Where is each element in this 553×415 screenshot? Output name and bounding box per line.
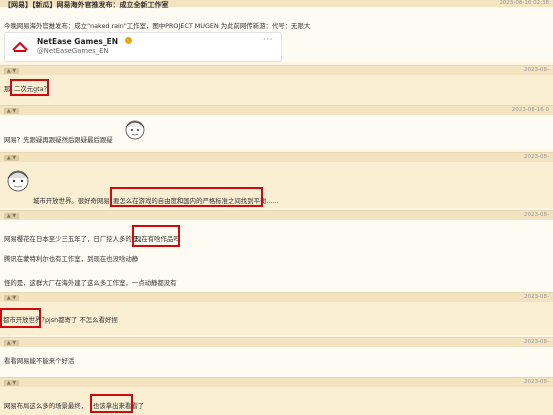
reply-7-highlight-box: [90, 394, 133, 413]
reply-4-line3: 怪的是，这群大厂在海外建了这么多工作室，一点动静都没有: [4, 279, 177, 287]
reply-1-body: 那 二次元gta？: [0, 75, 553, 105]
reply-2-text: 网易？先跟疑再跟疑然后跟疑最后跟疑: [4, 136, 113, 144]
thumb-icon[interactable]: ▲ ▼: [4, 379, 19, 386]
tweet-name[interactable]: NetEase Games_EN: [37, 37, 118, 46]
thumb-icon[interactable]: ▲ ▼: [4, 339, 19, 346]
reply-4-body: 网易樱花在日本至少三五年了，日厂挖人多的是， 现在有啥作品吗 腾讯在蒙特利尔也有…: [0, 220, 553, 292]
reply-5-text: pjsh都寄了 不怎么看好捏: [45, 316, 118, 324]
reply-4-line2: 腾讯在蒙特利尔也有工作室，到现在也没啥动静: [4, 255, 139, 263]
reply-2-time: 2023-08-16 0: [511, 107, 549, 113]
reply-3-text: 城市开放世界。很好奇网易: [33, 197, 110, 205]
anime-sticker-icon: [7, 170, 29, 192]
thumb-icon[interactable]: ▲ ▼: [4, 212, 19, 219]
reply-6-time: 2023-08-: [524, 339, 549, 345]
verified-badge-icon: [125, 37, 132, 44]
reply-7-body: 网易布局这么多的场景最终， 也该拿出来看看了: [0, 387, 553, 415]
thumb-icon[interactable]: ▲ ▼: [4, 67, 19, 74]
reply-1-highlight-box: [10, 79, 49, 96]
reply-6-text: 看看网易能不能来个好活: [4, 357, 75, 365]
post-text: 今晚网易海外官推发布：成立"naked rain"工作室，图中PROJECT M…: [4, 22, 311, 30]
reply-4-time: 2023-08-: [524, 212, 549, 218]
anime-sticker-icon: [125, 120, 145, 140]
reply-2-body: 网易？先跟疑再跟疑然后跟疑最后跟疑: [0, 115, 553, 149]
reply-5-body: 都市开放世界？ pjsh都寄了 不怎么看好捏: [0, 302, 553, 335]
netease-logo-icon: [11, 38, 29, 56]
reply-4-line1: 网易樱花在日本至少三五年了，日厂挖人多的是，: [4, 235, 145, 243]
reply-7-time: 2023-08-: [524, 379, 549, 385]
tweet-handle[interactable]: @NetEaseGames_EN: [37, 47, 108, 55]
reply-5-time: 2023-08-: [524, 294, 549, 300]
reply-6-body: 看看网易能不能来个好活: [0, 347, 553, 377]
post-title[interactable]: 【网易】【新瓜】网易海外官推发布：成立全新工作室: [4, 0, 169, 10]
more-icon[interactable]: ···: [263, 35, 273, 45]
reply-3-body: 城市开放世界。很好奇网易 要怎么在游戏的自由度和国内的严格标准之间找到平衡...…: [0, 162, 553, 208]
tweet-card[interactable]: NetEase Games_EN @NetEaseGames_EN ···: [4, 32, 282, 62]
thumb-icon[interactable]: ▲ ▼: [4, 107, 19, 114]
reply-3-time: 2023-08-: [524, 154, 549, 160]
thumb-icon[interactable]: ▲ ▼: [4, 294, 19, 301]
post-timestamp: 2023-08-16 02:38: [499, 0, 549, 6]
reply-4-highlight-box: [132, 225, 180, 247]
thumb-icon[interactable]: ▲ ▼: [4, 154, 19, 161]
reply-1-time: 2023-08-: [524, 67, 549, 73]
reply-7-text: 网易布局这么多的场景最终，: [4, 402, 88, 410]
reply-3-highlight-box: [110, 187, 263, 207]
reply-5-highlight-box: [0, 308, 41, 328]
